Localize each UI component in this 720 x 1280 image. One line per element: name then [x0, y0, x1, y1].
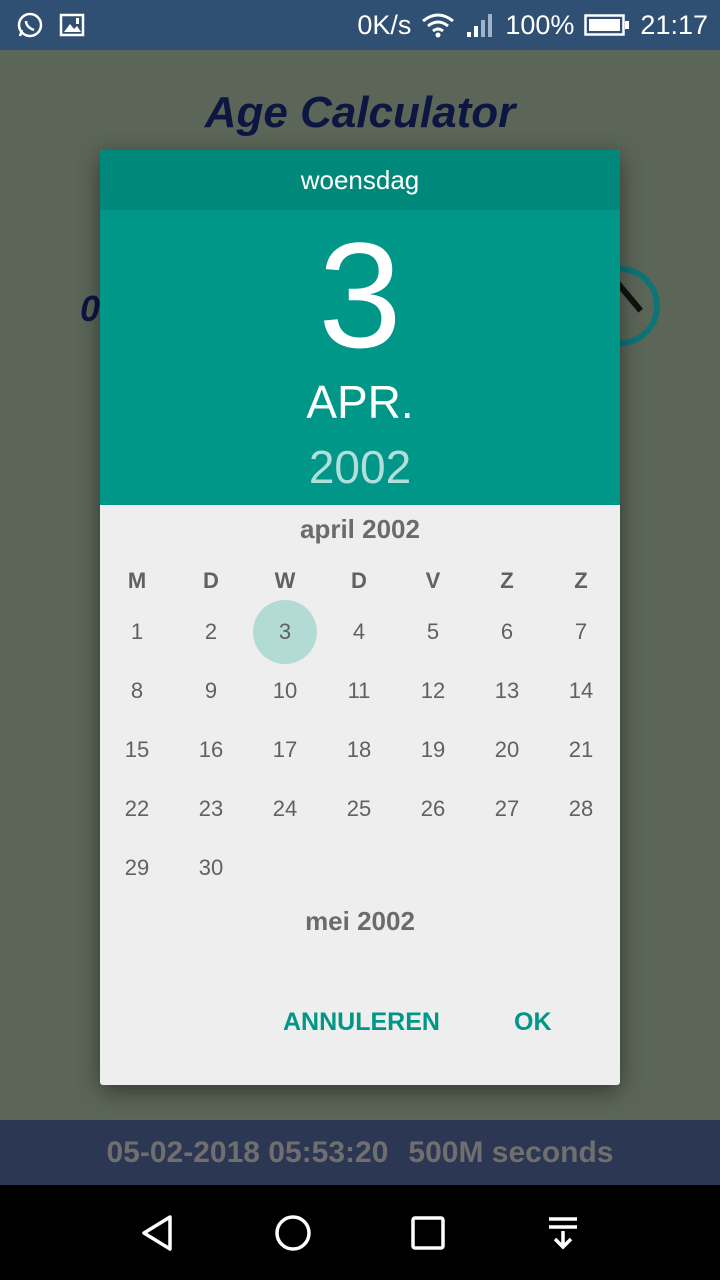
milestone-datetime: 05-02-2018 05:53:20: [106, 1135, 389, 1169]
calendar-day[interactable]: 19: [401, 718, 465, 782]
cancel-button[interactable]: ANNULEREN: [283, 1002, 440, 1042]
app-title: Age Calculator: [204, 88, 516, 137]
calendar-day[interactable]: 1: [105, 600, 169, 664]
calendar-day[interactable]: 15: [105, 718, 169, 782]
home-icon[interactable]: [263, 1203, 323, 1263]
calendar-day[interactable]: 12: [401, 659, 465, 723]
battery-percent: 100%: [505, 9, 575, 40]
battery-icon: [584, 13, 630, 37]
weekday-label: W: [274, 568, 296, 593]
calendar-day[interactable]: 17: [253, 718, 317, 782]
date-picker-header: 3 APR. 2002: [100, 210, 620, 505]
image-alert-icon: [58, 11, 86, 39]
calendar-day[interactable]: 2: [179, 600, 243, 664]
calendar-day[interactable]: 30: [179, 836, 243, 900]
selected-day[interactable]: 3: [100, 210, 620, 380]
weekday-label: D: [203, 568, 219, 593]
calendar-day[interactable]: 5: [401, 600, 465, 664]
calendar-day-selected[interactable]: 3: [253, 600, 317, 664]
recents-icon[interactable]: [398, 1203, 458, 1263]
back-icon[interactable]: [128, 1203, 188, 1263]
calendar-day[interactable]: 23: [179, 777, 243, 841]
navigation-bar: [0, 1185, 720, 1280]
milestone-bar: 05-02-2018 05:53:20 500M seconds: [0, 1120, 720, 1185]
calendar-day[interactable]: 6: [475, 600, 539, 664]
birth-date-field[interactable]: 0: [80, 288, 100, 330]
net-speed: 0K/s: [357, 9, 412, 40]
notification-pull-icon[interactable]: [533, 1203, 593, 1263]
calendar-day[interactable]: 16: [179, 718, 243, 782]
ok-button[interactable]: OK: [514, 1002, 552, 1042]
calendar-day[interactable]: 20: [475, 718, 539, 782]
calendar-day[interactable]: 8: [105, 659, 169, 723]
calendar-day[interactable]: 27: [475, 777, 539, 841]
calendar-day[interactable]: 4: [327, 600, 391, 664]
selected-weekday: woensdag: [100, 150, 620, 210]
whatsapp-icon: [16, 11, 44, 39]
calendar-day[interactable]: 25: [327, 777, 391, 841]
calendar-day[interactable]: 26: [401, 777, 465, 841]
calendar-day[interactable]: 10: [253, 659, 317, 723]
calendar-day[interactable]: 18: [327, 718, 391, 782]
weekday-label: V: [425, 568, 441, 593]
weekday-label: D: [351, 568, 367, 593]
calendar-day[interactable]: 21: [549, 718, 613, 782]
calendar-day[interactable]: 14: [549, 659, 613, 723]
clock-time: 21:17: [640, 9, 708, 40]
calendar-day[interactable]: 22: [105, 777, 169, 841]
calendar-day[interactable]: 7: [549, 600, 613, 664]
date-picker-dialog: woensdag 3 APR. 2002 april 2002 MDWDVZZ …: [100, 150, 620, 1085]
signal-icon: [465, 12, 495, 38]
calendar-month-title: april 2002: [300, 514, 420, 544]
status-bar: 0K/s 100% 21:17: [0, 0, 720, 50]
calendar-day[interactable]: 29: [105, 836, 169, 900]
calendar-day[interactable]: 28: [549, 777, 613, 841]
selected-year[interactable]: 2002: [100, 440, 620, 494]
next-month-title: mei 2002: [305, 906, 415, 936]
weekday-label: M: [127, 568, 147, 593]
selected-month[interactable]: APR.: [100, 375, 620, 429]
weekday-label: Z: [500, 568, 514, 593]
calendar-day[interactable]: 9: [179, 659, 243, 723]
milestone-label: 500M seconds: [408, 1135, 614, 1169]
calendar-day[interactable]: 13: [475, 659, 539, 723]
weekday-label: Z: [574, 568, 588, 593]
wifi-icon: [421, 12, 455, 38]
calendar-day[interactable]: 11: [327, 659, 391, 723]
calendar-day[interactable]: 24: [253, 777, 317, 841]
